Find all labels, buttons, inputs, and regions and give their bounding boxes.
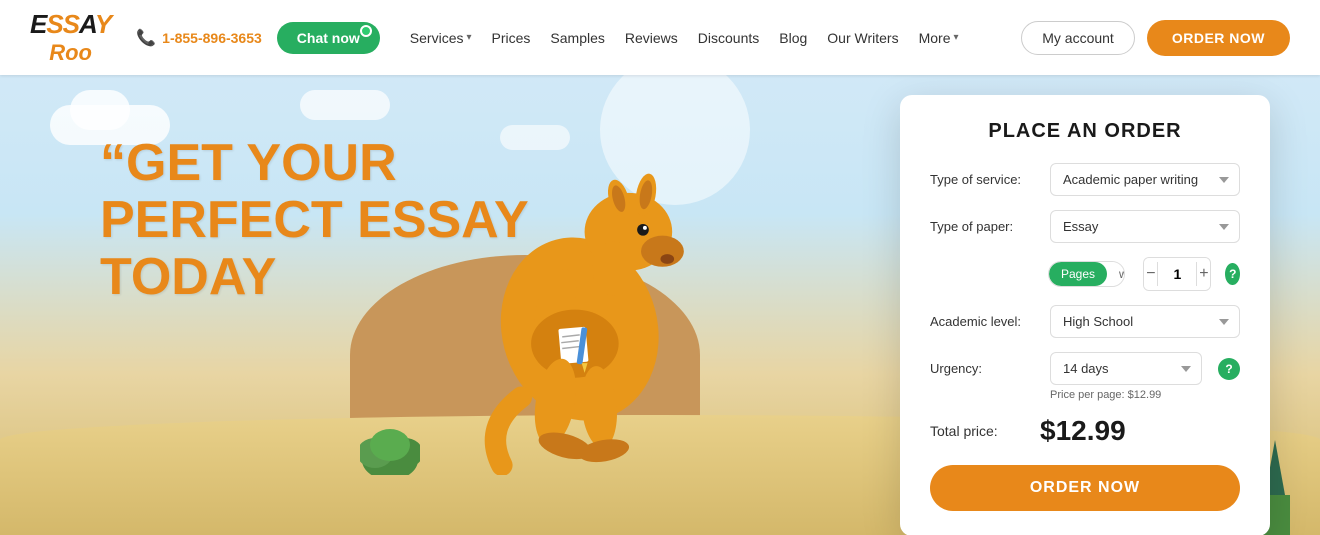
nav-prices[interactable]: Prices <box>492 30 531 46</box>
service-select[interactable]: Academic paper writing <box>1050 163 1240 196</box>
total-label: Total price: <box>930 423 1040 439</box>
nav-samples[interactable]: Samples <box>550 30 604 46</box>
qty-minus-button[interactable]: − <box>1144 258 1157 290</box>
academic-row: Academic level: High School <box>930 305 1240 338</box>
urgency-label: Urgency: <box>930 361 1040 376</box>
chat-button[interactable]: Chat now <box>277 22 380 54</box>
academic-select[interactable]: High School <box>1050 305 1240 338</box>
header-right: My account ORDER NOW <box>1021 20 1290 56</box>
chevron-down-icon-more: ▾ <box>954 32 959 43</box>
nav-services[interactable]: Services ▾ <box>410 30 472 46</box>
hero-section: “GET YOUR PERFECT ESSAY TODAY <box>0 75 1320 535</box>
phone-icon: 📞 <box>136 28 156 48</box>
hero-line3: TODAY <box>100 248 276 306</box>
chevron-down-icon: ▾ <box>466 32 471 43</box>
order-form-card: PLACE AN ORDER Type of service: Academic… <box>900 95 1270 535</box>
urgency-help-icon[interactable]: ? <box>1218 358 1240 380</box>
total-row: Total price: $12.99 <box>930 415 1240 447</box>
nav-blog[interactable]: Blog <box>779 30 807 46</box>
phone-area: 📞 1-855-896-3653 <box>136 28 262 48</box>
nav-reviews[interactable]: Reviews <box>625 30 678 46</box>
qty-input[interactable] <box>1157 262 1197 286</box>
pages-tab[interactable]: Pages <box>1049 262 1107 286</box>
order-form-title: PLACE AN ORDER <box>930 120 1240 143</box>
quantity-control: − + <box>1143 257 1211 291</box>
hero-line2: PERFECT ESSAY <box>100 191 529 249</box>
pages-words-toggle: Pages words <box>1048 261 1125 287</box>
header: ESSAY Roo 📞 1-855-896-3653 Chat now Serv… <box>0 0 1320 75</box>
my-account-button[interactable]: My account <box>1021 21 1135 55</box>
total-price: $12.99 <box>1040 415 1126 447</box>
paper-row: Type of paper: Essay <box>930 210 1240 243</box>
nav-more[interactable]: More ▾ <box>919 30 959 46</box>
logo-text: ESSAY <box>30 9 111 40</box>
academic-label: Academic level: <box>930 314 1040 329</box>
hero-text: “GET YOUR PERFECT ESSAY TODAY <box>100 135 529 307</box>
hero-headline: “GET YOUR PERFECT ESSAY TODAY <box>100 135 529 307</box>
paper-select[interactable]: Essay <box>1050 210 1240 243</box>
paper-label: Type of paper: <box>930 219 1040 234</box>
urgency-select[interactable]: 14 days <box>1050 352 1202 385</box>
service-label: Type of service: <box>930 172 1040 187</box>
main-nav: Services ▾ Prices Samples Reviews Discou… <box>410 30 1021 46</box>
nav-writers[interactable]: Our Writers <box>827 30 898 46</box>
cloud-2 <box>300 90 390 120</box>
order-now-header-button[interactable]: ORDER NOW <box>1147 20 1290 56</box>
words-tab[interactable]: words <box>1107 262 1125 286</box>
hero-line1: GET YOUR <box>126 134 397 192</box>
pages-row: Pages words − + ? <box>930 257 1240 291</box>
qty-plus-button[interactable]: + <box>1197 258 1210 290</box>
logo-roo: Roo <box>49 40 92 66</box>
phone-number: 1-855-896-3653 <box>162 30 262 46</box>
nav-discounts[interactable]: Discounts <box>698 30 759 46</box>
order-now-button[interactable]: ORDER NOW <box>930 465 1240 511</box>
service-row: Type of service: Academic paper writing <box>930 163 1240 196</box>
urgency-row: Urgency: 14 days ? <box>930 352 1240 385</box>
hero-quote: “ <box>100 134 126 192</box>
logo: ESSAY Roo <box>30 9 116 66</box>
pages-help-icon[interactable]: ? <box>1225 263 1240 285</box>
price-per-page-text: Price per page: $12.99 <box>1050 389 1240 401</box>
